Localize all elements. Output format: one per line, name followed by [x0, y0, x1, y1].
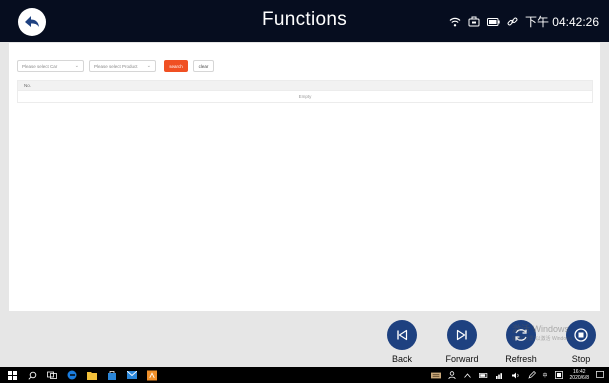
- search-button[interactable]: search: [164, 60, 188, 72]
- taskbar-clock[interactable]: 16:42 2020/6/8: [570, 369, 589, 381]
- back-button[interactable]: Back: [377, 320, 427, 364]
- refresh-circle: [506, 320, 536, 350]
- edge-browser-icon[interactable]: [67, 370, 77, 380]
- skip-back-icon: [397, 329, 408, 341]
- file-explorer-icon[interactable]: [87, 370, 97, 380]
- network-icon[interactable]: [495, 370, 505, 380]
- app-launcher-icon[interactable]: [147, 370, 157, 380]
- stop-icon: [574, 328, 588, 342]
- bottom-toolbar: Back Forward Refresh Stop: [0, 311, 609, 367]
- mail-icon[interactable]: [127, 370, 137, 380]
- app-window: Functions 下午 04:42:26 Please select Car …: [0, 0, 609, 383]
- store-icon[interactable]: [107, 370, 117, 380]
- forward-label: Forward: [445, 354, 479, 364]
- notification-icon[interactable]: [595, 370, 605, 380]
- people-icon[interactable]: [447, 370, 457, 380]
- volume-icon[interactable]: [511, 370, 521, 380]
- back-circle: [387, 320, 417, 350]
- wifi-icon: [449, 17, 461, 26]
- empty-text: Empty: [298, 94, 312, 99]
- column-header-no: No.: [24, 83, 32, 88]
- car-select[interactable]: Please select Car ⌄: [17, 60, 84, 72]
- forward-circle: [447, 320, 477, 350]
- battery-tray-icon[interactable]: [479, 370, 489, 380]
- chevron-up-icon[interactable]: [463, 370, 473, 380]
- table-header: No.: [17, 80, 593, 91]
- task-view-icon[interactable]: [47, 370, 57, 380]
- stop-circle: [566, 320, 596, 350]
- header-bar: Functions 下午 04:42:26: [0, 0, 609, 42]
- link-icon: [507, 17, 518, 26]
- chevron-down-icon: ⌄: [146, 63, 151, 69]
- clock-date: 2020/6/8: [569, 375, 589, 381]
- skip-forward-icon: [456, 329, 467, 341]
- car-select-placeholder: Please select Car: [22, 63, 58, 69]
- refresh-button[interactable]: Refresh: [496, 320, 546, 364]
- refresh-label: Refresh: [505, 354, 537, 364]
- status-time: 下午 04:42:26: [524, 15, 599, 29]
- forward-button[interactable]: Forward: [437, 320, 487, 364]
- search-icon[interactable]: [27, 370, 37, 380]
- stop-label: Stop: [571, 354, 591, 364]
- results-table: No. Empty: [17, 80, 593, 103]
- device-icon: [468, 16, 480, 27]
- stop-button[interactable]: Stop: [556, 320, 606, 364]
- product-select-placeholder: Please select Product: [94, 63, 138, 69]
- system-tray: 中 16:42 2020/6/8: [430, 367, 605, 383]
- clear-button[interactable]: clear: [193, 60, 214, 72]
- windows-taskbar: 中 16:42 2020/6/8: [0, 367, 609, 383]
- windows-start-icon[interactable]: [7, 370, 17, 380]
- back-label: Back: [391, 354, 412, 364]
- pen-icon[interactable]: [527, 370, 537, 380]
- ime-indicator[interactable]: 中: [543, 372, 548, 379]
- status-area: 下午 04:42:26: [449, 13, 599, 30]
- taskbar-apps: [0, 370, 157, 380]
- keyboard-icon[interactable]: [430, 370, 441, 380]
- battery-icon: [486, 17, 500, 26]
- product-select[interactable]: Please select Product ⌄: [89, 60, 156, 72]
- refresh-icon: [515, 329, 527, 341]
- chevron-down-icon: ⌄: [74, 63, 79, 69]
- table-empty-row: Empty: [17, 91, 593, 103]
- input-method-icon[interactable]: [554, 370, 564, 380]
- filter-bar: Please select Car ⌄ Please select Produc…: [17, 60, 214, 72]
- content-panel: Please select Car ⌄ Please select Produc…: [9, 43, 600, 311]
